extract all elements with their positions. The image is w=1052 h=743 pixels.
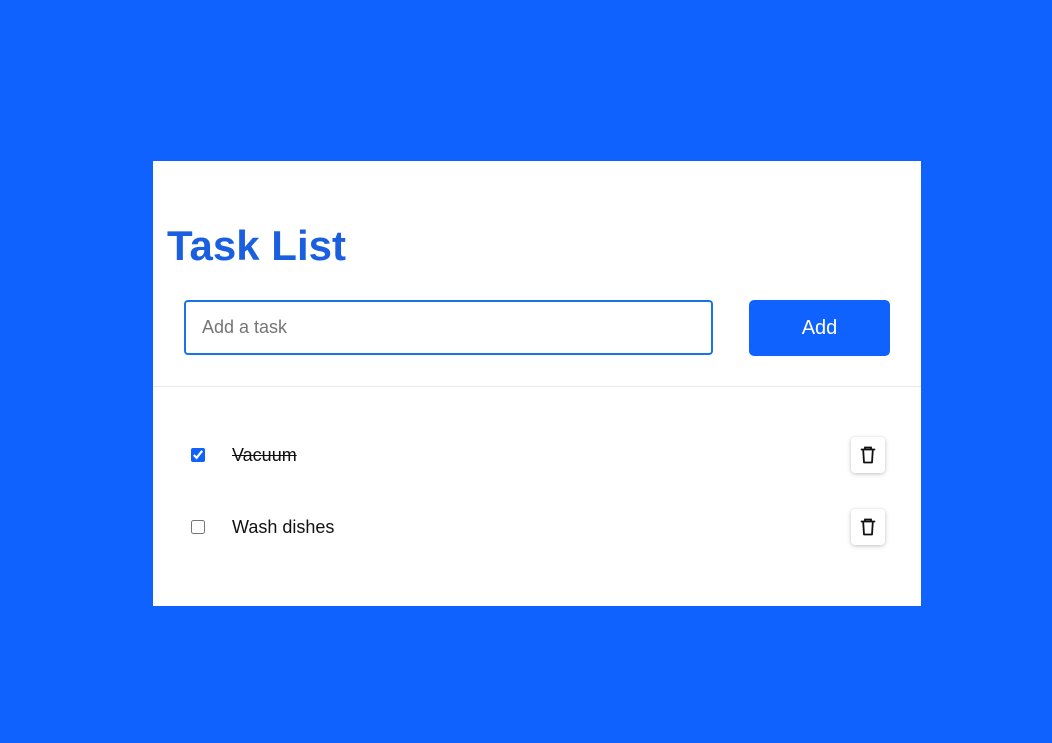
task-item: Vacuum (153, 419, 921, 491)
trash-icon (860, 518, 876, 536)
task-input[interactable] (184, 300, 713, 355)
delete-button[interactable] (851, 437, 885, 473)
divider (153, 386, 921, 387)
task-checkbox[interactable] (191, 448, 205, 462)
task-item: Wash dishes (153, 491, 921, 563)
page-title: Task List (167, 222, 346, 269)
task-checkbox[interactable] (191, 520, 205, 534)
task-card: Task List Add Vacuum Wash dishes (153, 161, 921, 606)
task-label: Wash dishes (232, 517, 335, 537)
trash-icon (860, 446, 876, 464)
add-button[interactable]: Add (749, 300, 890, 356)
delete-button[interactable] (851, 509, 885, 545)
task-list: Vacuum Wash dishes (153, 419, 921, 563)
task-label: Vacuum (232, 445, 297, 465)
